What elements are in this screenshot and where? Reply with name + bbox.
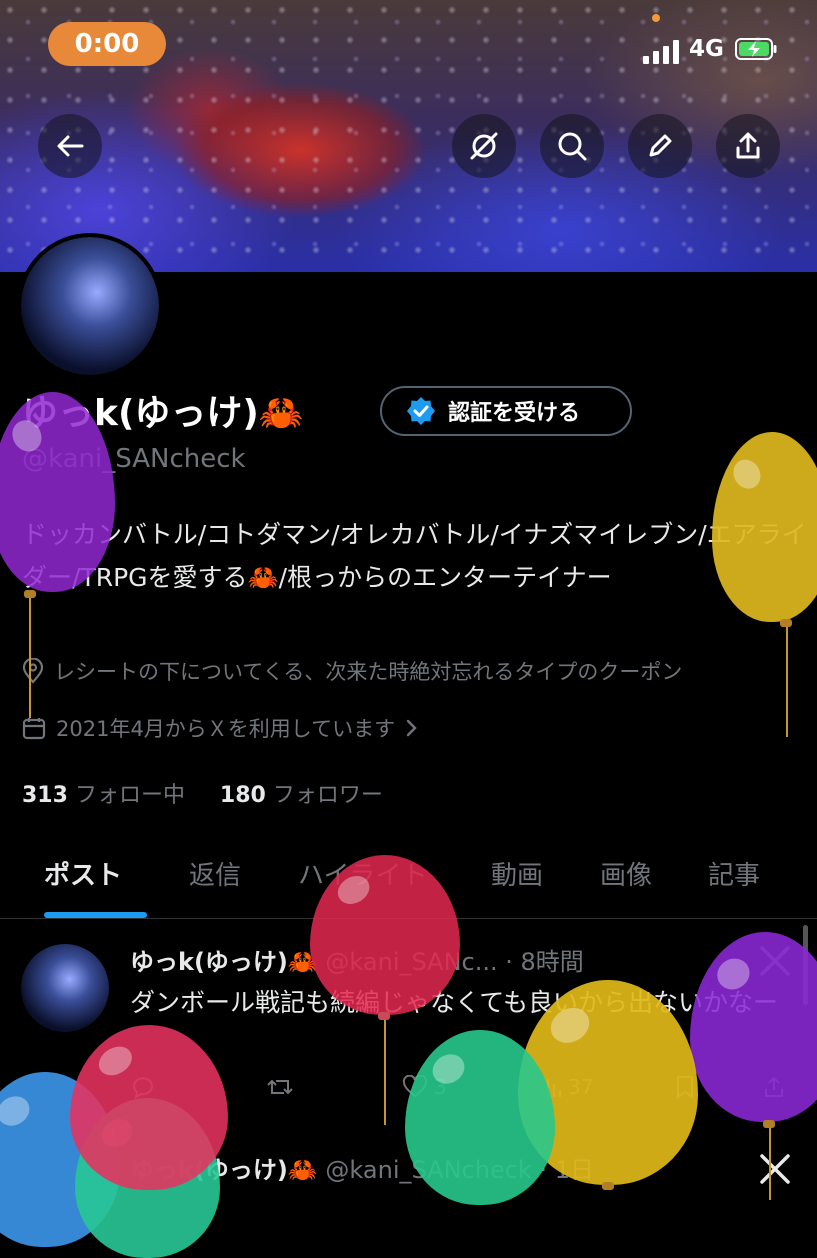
followers-label: フォロワー bbox=[272, 783, 383, 808]
profile-joined[interactable]: 2021年4月からＸを利用しています bbox=[22, 713, 419, 743]
repost-button[interactable] bbox=[266, 1075, 294, 1099]
tab-images[interactable]: 画像 bbox=[600, 855, 652, 892]
back-button[interactable] bbox=[38, 114, 102, 178]
edit-button[interactable] bbox=[628, 114, 692, 178]
calendar-icon bbox=[22, 718, 46, 740]
search-icon bbox=[558, 132, 587, 161]
network-label: 4G bbox=[689, 36, 724, 62]
post-time: · 8時間 bbox=[505, 948, 584, 976]
followers-count: 180 bbox=[219, 783, 266, 808]
tab-replies[interactable]: 返信 bbox=[189, 855, 241, 892]
joined-text: 2021年4月からＸを利用しています bbox=[56, 717, 396, 741]
tab-posts-label: ポスト bbox=[44, 861, 123, 891]
tab-replies-label: 返信 bbox=[189, 861, 242, 891]
following-link[interactable]: 313 フォロー中 bbox=[22, 783, 185, 808]
tab-videos-label: 動画 bbox=[491, 861, 544, 891]
location-text: レシートの下についてくる、次来た時絶対忘れるタイプのクーポン bbox=[54, 660, 683, 684]
post-avatar[interactable] bbox=[21, 944, 109, 1032]
signal-icon bbox=[643, 40, 679, 64]
chevron-right-icon bbox=[406, 719, 417, 737]
recording-dot bbox=[652, 14, 660, 22]
share-icon bbox=[736, 132, 760, 159]
grok-icon bbox=[470, 132, 498, 160]
arrow-left-icon bbox=[57, 135, 84, 157]
following-count: 313 bbox=[22, 783, 68, 808]
search-button[interactable] bbox=[540, 114, 604, 178]
x-logo-icon bbox=[760, 1154, 790, 1184]
profile-avatar[interactable] bbox=[17, 233, 163, 379]
profile-location: レシートの下についてくる、次来た時絶対忘れるタイプのクーポン bbox=[22, 656, 682, 686]
repost-icon bbox=[267, 1079, 293, 1095]
share-button[interactable] bbox=[716, 114, 780, 178]
profile-bio: ドッカンバトル/コトダマン/オレカバトル/イナズマイレブン/エアライダー/TRP… bbox=[22, 520, 807, 592]
battery-charging-icon bbox=[735, 38, 777, 60]
following-label: フォロー中 bbox=[74, 783, 185, 808]
follow-stats: 313 フォロー中 180 フォロワー bbox=[22, 777, 383, 809]
tab-articles-label: 記事 bbox=[708, 861, 761, 891]
get-verified-button[interactable]: 認証を受ける bbox=[380, 386, 632, 436]
tab-images-label: 画像 bbox=[600, 861, 653, 891]
tab-articles[interactable]: 記事 bbox=[708, 855, 760, 892]
post-author-name[interactable]: ゆっk(ゆっけ)🦀 bbox=[130, 948, 318, 976]
tab-videos[interactable]: 動画 bbox=[491, 855, 543, 892]
location-pin-icon bbox=[22, 658, 44, 684]
grok-button[interactable] bbox=[452, 114, 516, 178]
get-verified-label: 認証を受ける bbox=[448, 401, 581, 426]
tab-posts[interactable]: ポスト bbox=[44, 855, 122, 892]
verified-badge-icon bbox=[407, 397, 435, 425]
pencil-icon bbox=[649, 134, 672, 157]
status-time: 0:00 bbox=[48, 22, 166, 66]
followers-link[interactable]: 180 フォロワー bbox=[220, 783, 383, 808]
